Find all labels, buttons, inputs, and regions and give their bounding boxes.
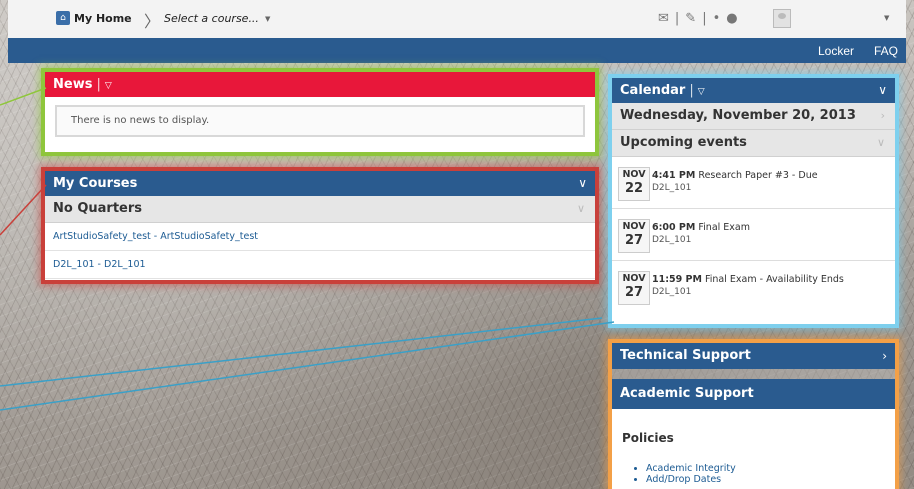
event-date-badge: NOV 22 [618,167,650,201]
user-avatar[interactable] [773,9,791,28]
breadcrumb-chevron-icon: 〉 [144,12,161,31]
my-home-link[interactable]: My Home [74,12,132,25]
event-title: 11:59 PM Final Exam - Availability Ends [652,274,844,285]
event-course: D2L_101 [652,183,692,193]
policy-link[interactable]: Academic Integrity [646,463,895,474]
chevron-right-icon[interactable]: › [881,103,885,129]
home-icon[interactable]: ⌂ [56,11,70,25]
technical-support-header[interactable]: Technical Support › [612,343,895,369]
technical-support-title: Technical Support [620,348,751,363]
notes-icon[interactable]: ✎ [685,11,702,26]
my-courses-widget: My Courses ∨ No Quarters ∨ ArtStudioSafe… [45,171,595,280]
nav-faq-link[interactable]: FAQ [874,44,898,58]
event-date-badge: NOV 27 [618,271,650,305]
chat-icon[interactable]: •● [713,11,744,26]
academic-support-header[interactable]: Academic Support [612,379,895,409]
upcoming-events-label: Upcoming events [620,135,747,150]
event-title: 4:41 PM Research Paper #3 - Due [652,170,818,181]
course-link[interactable]: D2L_101 - D2L_101 [45,251,595,279]
news-header[interactable]: News | ▽ [45,72,595,97]
upcoming-events-header[interactable]: Upcoming events ∨ [612,130,895,157]
calendar-event[interactable]: NOV 27 11:59 PM Final Exam - Availabilit… [612,261,895,312]
caret-down-icon: ▼ [264,15,271,23]
calendar-date: Wednesday, November 20, 2013 [620,108,856,123]
news-title: News [53,77,93,92]
event-date-badge: NOV 27 [618,219,650,253]
event-title: 6:00 PM Final Exam [652,222,751,233]
news-empty-message: There is no news to display. [55,105,585,137]
chevron-down-icon[interactable]: ∨ [878,78,887,103]
course-link[interactable]: ArtStudioSafety_test - ArtStudioSafety_t… [45,223,595,251]
chevron-right-icon[interactable]: › [882,343,887,369]
app-frame: ⌂ My Home 〉 Select a course... ▼ ✉|✎|•● ▼… [8,0,906,489]
chevron-down-icon: ∨ [876,136,885,149]
support-widgets: Technical Support › Academic Support Pol… [612,343,895,489]
chevron-down-icon: ∨ [576,202,585,215]
widget-gap [612,369,895,379]
calendar-event[interactable]: NOV 22 4:41 PM Research Paper #3 - Due D… [612,157,895,209]
nav-locker-link[interactable]: Locker [818,44,854,58]
calendar-menu-icon[interactable]: ▽ [698,87,705,97]
policies-list: Academic Integrity Add/Drop Dates [612,463,895,485]
calendar-widget: Calendar | ▽ ∨ Wednesday, November 20, 201… [612,78,895,324]
chevron-down-icon[interactable]: ∨ [578,171,587,196]
event-course: D2L_101 [652,287,692,297]
my-courses-header[interactable]: My Courses ∨ [45,171,595,196]
event-course: D2L_101 [652,235,692,245]
mail-icon[interactable]: ✉ [658,11,675,26]
course-group-header[interactable]: No Quarters ∨ [45,196,595,223]
news-menu-icon[interactable]: ▽ [105,81,112,91]
navbar: Locker FAQ [8,38,906,63]
academic-support-body: Policies Academic Integrity Add/Drop Dat… [612,409,895,489]
calendar-title: Calendar [620,83,686,98]
academic-support-title: Academic Support [620,386,754,401]
minibar-icons: ✉|✎|•● [658,11,744,26]
user-menu-caret-icon[interactable]: ▼ [884,14,889,22]
policy-link[interactable]: Add/Drop Dates [646,474,895,485]
minibar: ⌂ My Home 〉 Select a course... ▼ ✉|✎|•● ▼ [8,0,906,39]
course-selector[interactable]: Select a course... ▼ [164,12,270,25]
calendar-event[interactable]: NOV 27 6:00 PM Final Exam D2L_101 [612,209,895,261]
news-widget: News | ▽ There is no news to display. [45,72,595,152]
course-selector-label: Select a course... [164,12,259,25]
my-courses-title: My Courses [53,176,138,191]
policies-heading: Policies [622,431,674,445]
calendar-header[interactable]: Calendar | ▽ ∨ [612,78,895,103]
course-group-label: No Quarters [53,201,143,216]
calendar-date-header[interactable]: Wednesday, November 20, 2013 › [612,103,895,130]
